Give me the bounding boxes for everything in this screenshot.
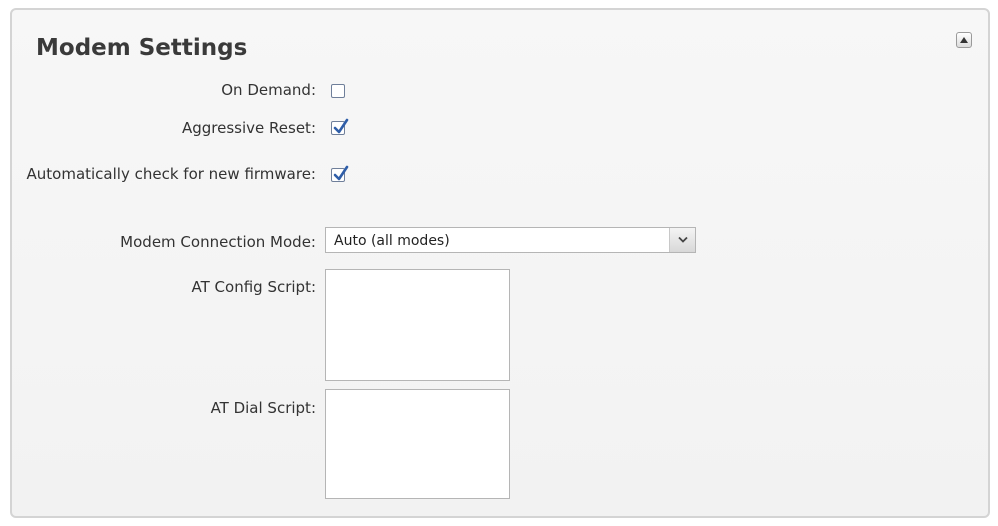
checkmark-icon: [333, 118, 349, 134]
chevron-down-icon: [678, 236, 688, 243]
at-dial-script-textarea[interactable]: [325, 389, 510, 499]
auto-check-firmware-checkbox[interactable]: [331, 165, 349, 182]
aggressive-reset-label: Aggressive Reset:: [182, 119, 316, 137]
connection-mode-label: Modem Connection Mode:: [120, 233, 316, 251]
auto-check-firmware-label: Automatically check for new firmware:: [26, 165, 317, 183]
dropdown-arrow[interactable]: [669, 228, 695, 252]
connection-mode-select[interactable]: Auto (all modes): [325, 227, 696, 253]
at-config-script-textarea[interactable]: [325, 269, 510, 381]
at-config-script-label: AT Config Script:: [191, 278, 316, 296]
at-dial-script-label: AT Dial Script:: [210, 399, 316, 417]
on-demand-label: On Demand:: [221, 81, 316, 99]
connection-mode-value: Auto (all modes): [334, 233, 450, 249]
panel-title: Modem Settings: [36, 35, 248, 61]
triangle-up-icon: [960, 37, 968, 43]
checkmark-icon: [333, 165, 349, 181]
collapse-button[interactable]: [956, 32, 972, 48]
aggressive-reset-checkbox[interactable]: [331, 118, 349, 135]
on-demand-checkbox[interactable]: [331, 84, 345, 98]
